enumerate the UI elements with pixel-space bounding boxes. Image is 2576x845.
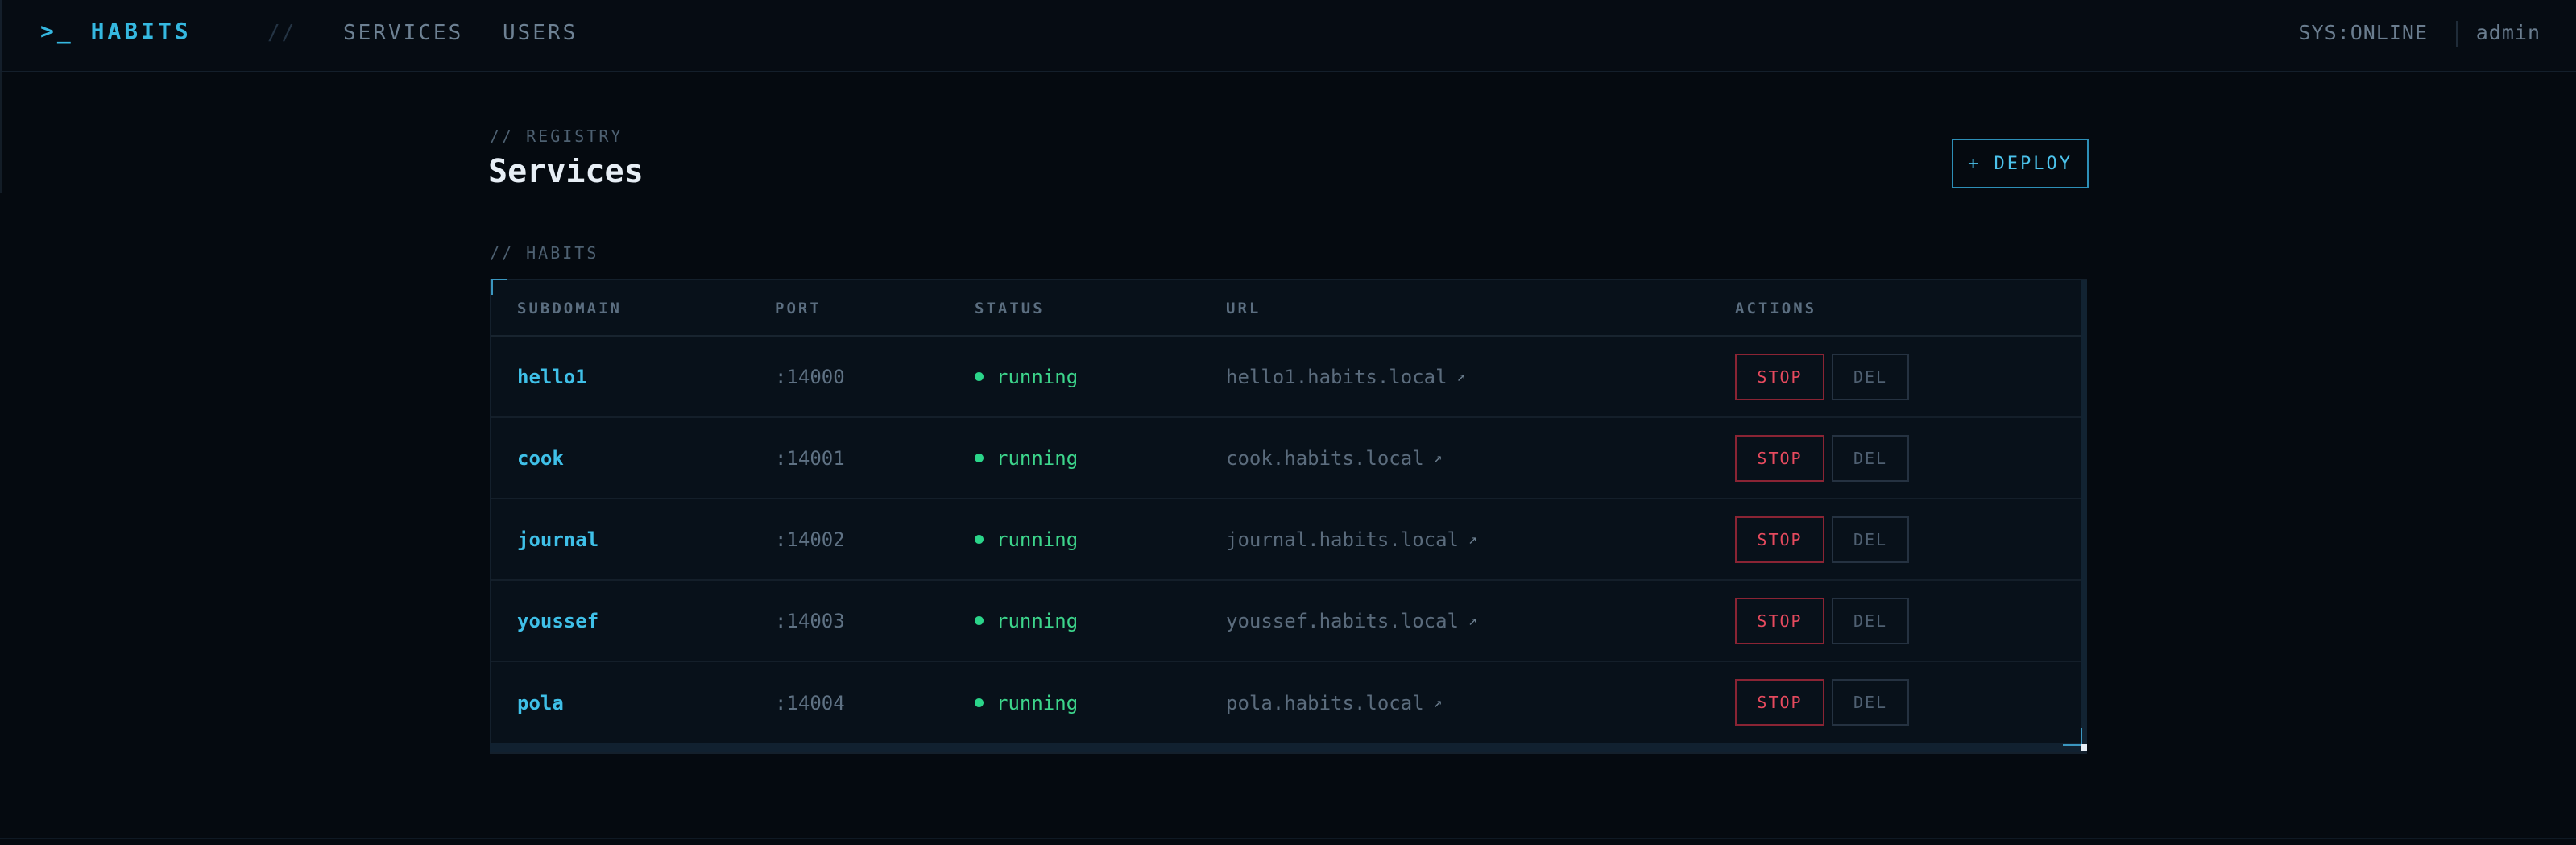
status-dot-icon (975, 616, 984, 625)
delete-button[interactable]: DEL (1832, 435, 1909, 482)
url-link[interactable]: cook.habits.local ↗ (1226, 418, 1442, 498)
subdomain-cell[interactable]: hello1 (517, 337, 587, 416)
brand-logo[interactable]: >_ HABITS (40, 18, 192, 44)
stop-button[interactable]: STOP (1735, 516, 1824, 563)
url-text[interactable]: cook.habits.local (1226, 447, 1424, 470)
subdomain-cell[interactable]: youssef (517, 581, 598, 661)
column-header-actions: ACTIONS (1735, 300, 1817, 317)
column-header-url: URL (1226, 300, 1261, 317)
url-text[interactable]: hello1.habits.local (1226, 366, 1447, 388)
header-divider (2456, 21, 2458, 47)
external-link-icon[interactable]: ↗ (1434, 694, 1443, 711)
table-row: cook :14001 running cook.habits.local ↗ … (491, 418, 2081, 499)
status-dot-icon (975, 698, 984, 707)
status-cell: running (975, 337, 1078, 416)
table-row: youssef :14003 running youssef.habits.lo… (491, 581, 2081, 662)
port-cell: :14003 (775, 609, 845, 632)
port-cell: :14002 (775, 528, 845, 551)
subdomain-cell[interactable]: journal (517, 499, 598, 579)
port-cell: :14004 (775, 691, 845, 715)
corner-marker (2081, 744, 2087, 751)
column-header-status: STATUS (975, 300, 1045, 317)
nav-link-users[interactable]: USERS (503, 21, 578, 45)
stop-button[interactable]: STOP (1735, 435, 1824, 482)
status-text: running (996, 528, 1079, 551)
url-link[interactable]: journal.habits.local ↗ (1226, 499, 1477, 579)
table-scrollbar[interactable] (2081, 280, 2087, 752)
page-title: Services (488, 158, 644, 190)
url-text[interactable]: journal.habits.local (1226, 528, 1459, 551)
user-menu[interactable]: admin (2476, 21, 2541, 44)
nav-separator: // (267, 21, 296, 45)
top-nav-bar: >_ HABITS // SERVICES USERS SYS:ONLINE a… (0, 0, 2576, 72)
delete-button[interactable]: DEL (1832, 516, 1909, 563)
left-edge-line (0, 72, 2, 193)
url-text[interactable]: youssef.habits.local (1226, 610, 1459, 632)
footer-divider (0, 838, 2576, 839)
stop-button[interactable]: STOP (1735, 354, 1824, 400)
status-text: running (996, 691, 1079, 715)
status-dot-icon (975, 535, 984, 544)
delete-button[interactable]: DEL (1832, 598, 1909, 644)
external-link-icon[interactable]: ↗ (1457, 368, 1466, 385)
page-title-wrapper: Services (488, 158, 681, 193)
port-cell: :14001 (775, 446, 845, 470)
delete-button[interactable]: DEL (1832, 354, 1909, 400)
stop-button[interactable]: STOP (1735, 598, 1824, 644)
status-cell: running (975, 418, 1078, 498)
status-text: running (996, 446, 1079, 470)
external-link-icon[interactable]: ↗ (1468, 531, 1477, 548)
column-header-subdomain: SUBDOMAIN (517, 300, 622, 317)
app-root: >_ HABITS // SERVICES USERS SYS:ONLINE a… (0, 0, 2576, 845)
subdomain-cell[interactable]: cook (517, 418, 564, 498)
url-link[interactable]: youssef.habits.local ↗ (1226, 581, 1477, 661)
table-row: hello1 :14000 running hello1.habits.loca… (491, 337, 2081, 418)
deploy-button[interactable]: + DEPLOY (1952, 139, 2089, 188)
status-text: running (996, 609, 1079, 632)
column-header-port: PORT (775, 300, 822, 317)
status-cell: running (975, 662, 1078, 744)
table-row: journal :14002 running journal.habits.lo… (491, 499, 2081, 581)
system-status: SYS:ONLINE (2298, 21, 2428, 44)
table-header: SUBDOMAIN PORT STATUS URL ACTIONS (491, 280, 2081, 337)
external-link-icon[interactable]: ↗ (1434, 449, 1443, 466)
page-eyebrow: // REGISTRY (490, 126, 623, 146)
port-cell: :14000 (775, 365, 845, 388)
stop-button[interactable]: STOP (1735, 679, 1824, 726)
delete-button[interactable]: DEL (1832, 679, 1909, 726)
nav-link-services[interactable]: SERVICES (343, 21, 463, 45)
status-dot-icon (975, 454, 984, 462)
status-cell: running (975, 581, 1078, 661)
section-label: // HABITS (490, 243, 599, 263)
table-footer-bar (490, 743, 2087, 752)
status-text: running (996, 365, 1079, 388)
table-row: pola :14004 running pola.habits.local ↗ … (491, 662, 2081, 744)
url-link[interactable]: pola.habits.local ↗ (1226, 662, 1442, 744)
url-link[interactable]: hello1.habits.local ↗ (1226, 337, 1465, 416)
status-dot-icon (975, 372, 984, 381)
url-text[interactable]: pola.habits.local (1226, 692, 1424, 715)
external-link-icon[interactable]: ↗ (1468, 612, 1477, 629)
status-cell: running (975, 499, 1078, 579)
subdomain-cell[interactable]: pola (517, 662, 564, 744)
